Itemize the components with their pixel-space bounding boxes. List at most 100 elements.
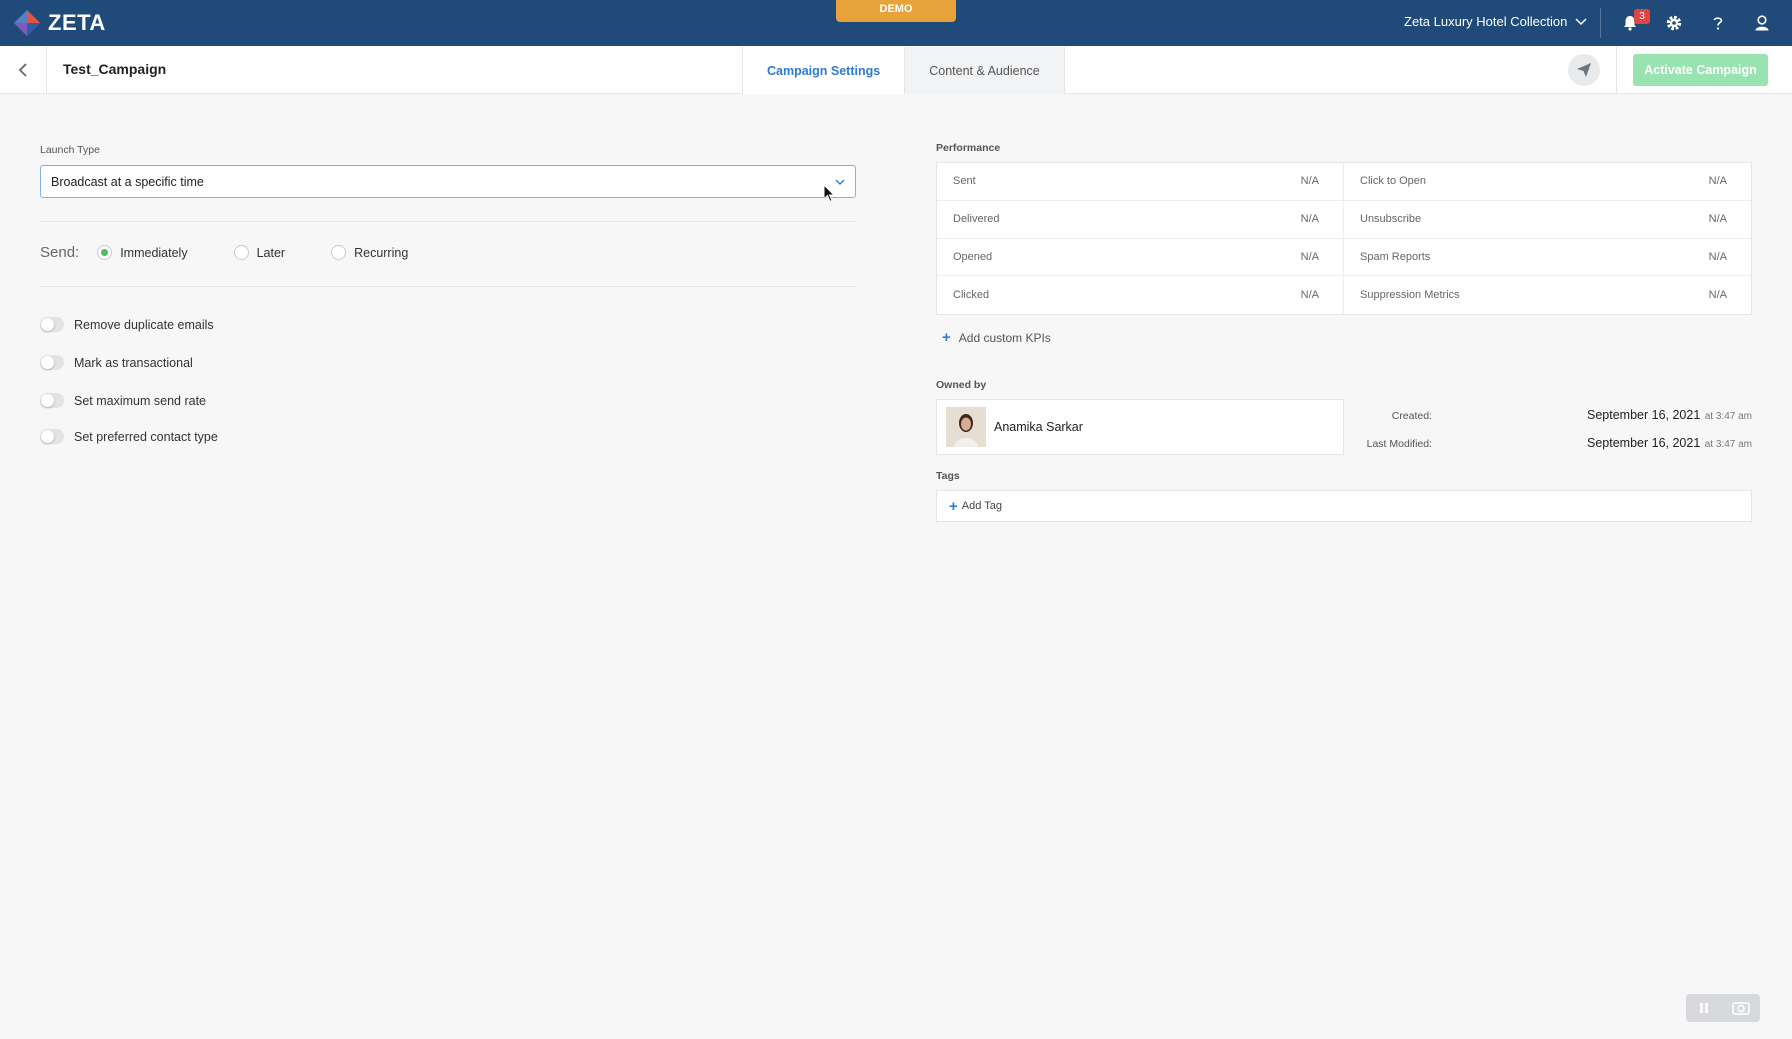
kpi-value: N/A	[1300, 175, 1319, 188]
toggle-label: Set preferred contact type	[74, 429, 218, 444]
plus-icon: +	[949, 497, 958, 515]
radio-later[interactable]: Later	[233, 245, 286, 260]
last-modified-label: Last Modified:	[1366, 438, 1432, 450]
toggle-switch[interactable]	[40, 429, 64, 444]
tab-content-audience[interactable]: Content & Audience	[904, 47, 1065, 94]
nav-divider	[1600, 8, 1601, 38]
kpi-name: Sent	[953, 175, 976, 188]
kpi-value: N/A	[1300, 213, 1319, 226]
add-custom-kpis-link[interactable]: + Add custom KPIs	[942, 329, 1051, 346]
header-divider	[1616, 46, 1617, 93]
radio-immediately[interactable]: Immediately	[97, 245, 188, 260]
created-row: Created: September 16, 2021 at 3:47 am	[1352, 406, 1752, 424]
launch-type-select[interactable]: Broadcast at a specific time	[40, 165, 856, 198]
kpi-value: N/A	[1300, 289, 1319, 302]
kpi-value: N/A	[1300, 250, 1319, 263]
kpi-name: Unsubscribe	[1360, 213, 1422, 226]
add-kpi-label: Add custom KPIs	[958, 330, 1051, 345]
owner-card[interactable]: Anamika Sarkar	[936, 399, 1344, 455]
radio-label: Recurring	[354, 245, 409, 260]
radio-button[interactable]	[233, 245, 249, 260]
kpi-name: Spam Reports	[1360, 250, 1431, 263]
toggle-remove-duplicates: Remove duplicate emails	[40, 317, 214, 332]
kpi-clicked: Clicked N/A	[937, 276, 1344, 314]
kpi-opened: Opened N/A	[937, 238, 1344, 277]
kpi-value: N/A	[1708, 250, 1727, 263]
created-date: September 16, 2021	[1587, 408, 1701, 422]
kpi-click-to-open: Click to Open N/A	[1344, 163, 1751, 201]
radio-button[interactable]	[331, 245, 347, 260]
kpi-delivered: Delivered N/A	[937, 200, 1344, 239]
radio-label: Later	[256, 245, 286, 260]
kpi-name: Clicked	[953, 289, 990, 302]
owned-by-label: Owned by	[936, 379, 987, 391]
toggle-transactional: Mark as transactional	[40, 355, 193, 370]
avatar	[946, 407, 986, 447]
top-navbar: ZETA DEMO Zeta Luxury Hotel Collection 3	[0, 0, 1792, 46]
mouse-cursor-icon	[824, 185, 836, 203]
logo-text: ZETA	[48, 10, 106, 35]
toggle-switch[interactable]	[40, 317, 64, 332]
modified-date: September 16, 2021	[1587, 436, 1701, 450]
paper-plane-icon	[1577, 63, 1591, 77]
plus-icon: +	[942, 329, 951, 346]
kpi-value: N/A	[1708, 289, 1727, 302]
zeta-logo-icon	[14, 10, 40, 36]
user-profile-icon[interactable]	[1751, 12, 1773, 34]
toggle-switch[interactable]	[40, 355, 64, 370]
kpi-name: Suppression Metrics	[1360, 289, 1460, 302]
toggle-preferred-contact: Set preferred contact type	[40, 429, 218, 444]
tab-campaign-settings[interactable]: Campaign Settings	[742, 47, 905, 94]
activate-campaign-button[interactable]: Activate Campaign	[1633, 54, 1768, 86]
pause-icon[interactable]	[1697, 1001, 1711, 1015]
created-time: at 3:47 am	[1704, 411, 1752, 422]
chevron-down-icon	[1575, 17, 1587, 25]
send-options: Send: Immediately Later Recurring	[40, 244, 454, 261]
radio-button-checked[interactable]	[97, 245, 113, 260]
demo-badge: DEMO	[836, 0, 956, 22]
toggle-label: Remove duplicate emails	[74, 317, 214, 332]
campaign-header: Test_Campaign Campaign Settings Content …	[0, 46, 1792, 94]
toggle-max-send-rate: Set maximum send rate	[40, 393, 206, 408]
launch-type-label: Launch Type	[40, 144, 100, 156]
created-label: Created:	[1391, 410, 1432, 422]
performance-table: Sent N/A Click to Open N/A Delivered N/A Un…	[936, 162, 1752, 315]
radio-label: Immediately	[120, 245, 188, 260]
modified-time: at 3:47 am	[1704, 439, 1752, 450]
chevron-down-icon	[835, 179, 845, 185]
chevron-left-icon	[18, 62, 27, 77]
kpi-value: N/A	[1708, 213, 1727, 226]
kpi-value: N/A	[1708, 175, 1727, 188]
help-icon[interactable]	[1707, 12, 1729, 34]
kpi-name: Click to Open	[1360, 175, 1427, 188]
org-switcher[interactable]: Zeta Luxury Hotel Collection	[1404, 14, 1587, 29]
performance-label: Performance	[936, 142, 1001, 154]
toggle-label: Set maximum send rate	[74, 393, 206, 408]
campaign-title: Test_Campaign	[63, 61, 167, 77]
add-tag-label[interactable]: Add Tag	[962, 500, 1002, 512]
camera-icon[interactable]	[1731, 1001, 1750, 1015]
owner-name: Anamika Sarkar	[994, 420, 1083, 434]
tags-label: Tags	[936, 470, 960, 482]
recorder-controls	[1686, 994, 1760, 1022]
back-button[interactable]	[0, 46, 47, 93]
tab-bar: Campaign Settings Content & Audience	[742, 47, 1065, 94]
notification-count-badge: 3	[1634, 9, 1650, 24]
kpi-spam-reports: Spam Reports N/A	[1344, 239, 1751, 277]
kpi-unsubscribe: Unsubscribe N/A	[1344, 201, 1751, 239]
toggle-switch[interactable]	[40, 393, 64, 408]
send-label: Send:	[40, 244, 80, 261]
zeta-logo[interactable]: ZETA	[12, 8, 106, 38]
kpi-sent: Sent N/A	[937, 163, 1344, 201]
org-name: Zeta Luxury Hotel Collection	[1404, 14, 1568, 29]
kpi-suppression-metrics: Suppression Metrics N/A	[1344, 276, 1751, 314]
gear-icon[interactable]	[1663, 12, 1685, 34]
tags-field[interactable]: + Add Tag	[936, 490, 1752, 522]
section-divider	[40, 221, 856, 222]
kpi-name: Opened	[953, 250, 993, 263]
modified-row: Last Modified: September 16, 2021 at 3:4…	[1352, 434, 1752, 452]
kpi-name: Delivered	[953, 213, 1000, 226]
send-test-button[interactable]	[1568, 54, 1600, 86]
section-divider	[40, 286, 856, 287]
radio-recurring[interactable]: Recurring	[331, 245, 408, 260]
